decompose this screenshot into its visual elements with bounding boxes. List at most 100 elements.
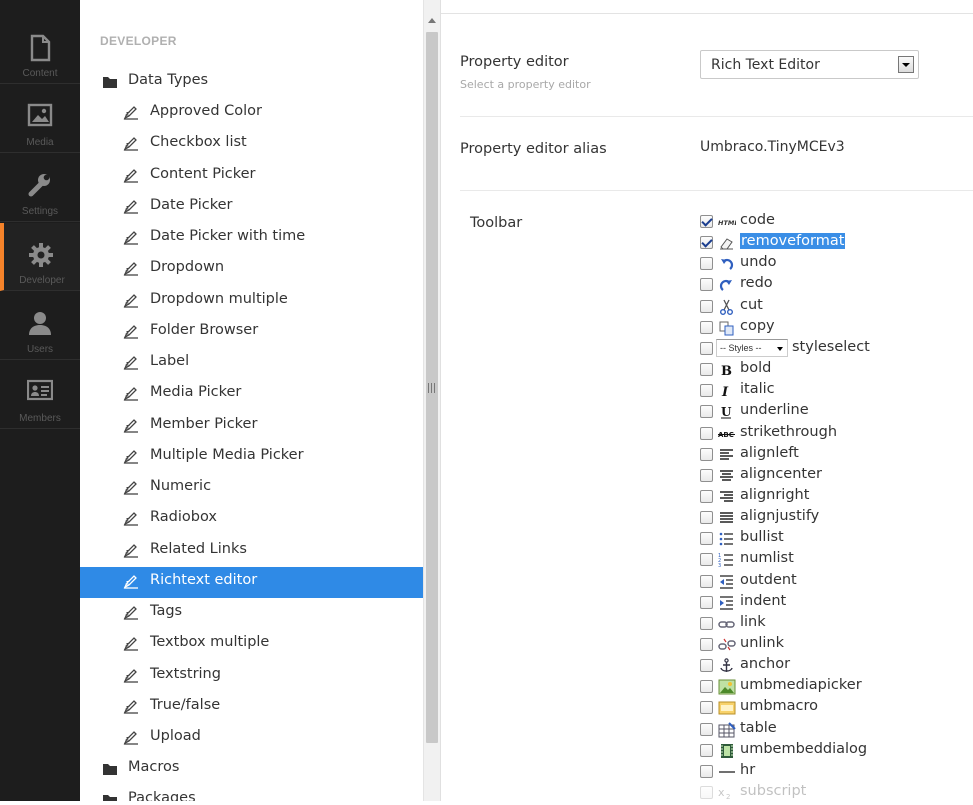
toolbar-option-checkbox[interactable] <box>700 574 713 588</box>
editor-top-bar <box>441 0 973 14</box>
tree-node-data-type[interactable]: Date Picker with time <box>80 223 423 254</box>
folder-icon <box>102 75 118 93</box>
tree-node-data-types[interactable]: Data Types <box>80 67 423 98</box>
app-section-members[interactable]: Members <box>0 361 80 429</box>
chevron-down-icon <box>777 346 783 351</box>
toolbar-option-checkbox[interactable] <box>700 680 713 694</box>
tree-node-data-type[interactable]: Dropdown <box>80 254 423 285</box>
toolbar-option-checkbox[interactable] <box>700 341 713 355</box>
toolbar-option-checkbox[interactable] <box>700 426 713 440</box>
toolbar-option-outdent: outdent <box>700 571 973 592</box>
edit-icon <box>123 106 139 124</box>
tree-node-data-type[interactable]: Related Links <box>80 536 423 567</box>
property-editor-alias-label: Property editor alias <box>460 141 607 157</box>
edit-icon <box>123 262 139 280</box>
toolbar-option-checkbox[interactable] <box>700 532 713 546</box>
toolbar-option-label: unlink <box>740 635 785 651</box>
toolbar-option-checkbox[interactable] <box>700 278 713 292</box>
tree-node-data-type[interactable]: Dropdown multiple <box>80 286 423 317</box>
grip-icon[interactable] <box>428 383 436 393</box>
chevron-down-icon[interactable] <box>898 56 914 73</box>
property-editor-select-value: Rich Text Editor <box>711 57 820 73</box>
styles-dropdown-text: -- Styles -- <box>720 342 762 353</box>
edit-icon <box>123 637 139 655</box>
property-editor-description: Select a property editor <box>460 78 591 91</box>
toolbar-option-checkbox[interactable] <box>700 701 713 715</box>
app-section-content[interactable]: Content <box>0 16 80 84</box>
toolbar-option-checkbox[interactable] <box>700 743 713 757</box>
toolbar-option-checkbox[interactable] <box>700 257 713 271</box>
tree-node-label: Approved Color <box>150 103 263 119</box>
toolbar-option-checkbox[interactable] <box>700 384 713 398</box>
edit-icon <box>123 543 139 562</box>
tree-node-label: Radiobox <box>150 509 217 526</box>
toolbar-option-checkbox[interactable] <box>700 447 713 461</box>
tree-node-macros[interactable]: Macros <box>80 754 423 785</box>
toolbar-option-checkbox[interactable] <box>700 215 713 228</box>
tree-node-data-type[interactable]: Folder Browser <box>80 317 423 348</box>
toolbar-option-checkbox[interactable] <box>700 320 713 334</box>
toolbar-option-checkbox[interactable] <box>700 616 713 630</box>
tree-node-packages[interactable]: Packages <box>80 785 423 801</box>
toolbar-option-checkbox[interactable] <box>700 405 713 419</box>
app-section-developer[interactable]: Developer <box>0 223 80 291</box>
svg-text:3: 3 <box>718 563 721 568</box>
tree-node-data-type[interactable]: Multiple Media Picker <box>80 442 423 473</box>
tree-node-data-type[interactable]: Label <box>80 348 423 379</box>
tree-node-data-type[interactable]: Date Picker <box>80 192 423 223</box>
toolbar-option-checkbox[interactable] <box>700 659 713 673</box>
tree-node-data-type[interactable]: Textbox multiple <box>80 629 423 660</box>
tree-node-data-type[interactable]: Richtext editor <box>80 566 423 598</box>
tree-node-label: Multiple Media Picker <box>150 446 304 463</box>
app-section-settings[interactable]: Settings <box>0 154 80 222</box>
toolbar-option-label: hr <box>740 761 756 778</box>
tree-node-data-type[interactable]: Member Picker <box>80 411 423 442</box>
underline-icon: U <box>718 404 736 420</box>
svg-text:U: U <box>721 405 732 419</box>
html-icon: HTML <box>718 214 738 230</box>
strikethrough-icon: ABC <box>718 426 736 442</box>
macro-icon <box>718 700 736 716</box>
edit-icon <box>123 356 139 374</box>
edit-icon <box>123 699 139 718</box>
tree-node-data-type[interactable]: Textstring <box>80 661 423 692</box>
toolbar-option-checkbox[interactable] <box>700 595 713 609</box>
tree-node-data-type[interactable]: Radiobox <box>80 504 423 535</box>
tree-node-data-type[interactable]: Approved Color <box>80 98 423 129</box>
toolbar-option-checkbox[interactable] <box>700 764 713 778</box>
tree-node-data-type[interactable]: Upload <box>80 723 423 754</box>
toolbar-option-label: code <box>740 212 775 228</box>
tree-node-data-type[interactable]: Tags <box>80 598 423 629</box>
edit-icon <box>123 449 139 468</box>
toolbar-option-checkbox[interactable] <box>700 638 713 651</box>
toolbar-option-checkbox[interactable] <box>700 468 713 482</box>
property-editor-select[interactable]: Rich Text Editor <box>700 50 919 79</box>
toolbar-option-umbembeddialog: umbembeddialog <box>700 740 973 761</box>
property-editor-label: Property editor <box>460 54 569 70</box>
app-section-users[interactable]: Users <box>0 292 80 360</box>
toolbar-option-subscript: x 2 subscript <box>700 782 973 803</box>
edit-icon <box>123 731 139 749</box>
tree-node-data-type[interactable]: True/false <box>80 692 423 723</box>
toolbar-option-checkbox[interactable] <box>700 553 713 567</box>
tree-node-data-type[interactable]: Numeric <box>80 473 423 504</box>
tree-node-data-type[interactable]: Checkbox list <box>80 129 423 160</box>
scroll-up-arrow-icon[interactable] <box>428 18 436 23</box>
toolbar-option-checkbox[interactable] <box>700 489 713 503</box>
tree-node-label: Packages <box>128 790 196 801</box>
toolbar-option-checkbox[interactable] <box>700 511 713 525</box>
app-section-media[interactable]: Media <box>0 85 80 153</box>
toolbar-option-checkbox[interactable] <box>700 299 713 313</box>
toolbar-option-checkbox[interactable] <box>700 363 713 377</box>
edit-icon <box>123 481 139 499</box>
toolbar-option-strikethrough: ABCstrikethrough <box>700 423 973 444</box>
tree-node-data-type[interactable]: Media Picker <box>80 379 423 410</box>
tree-node-data-type[interactable]: Content Picker <box>80 161 423 192</box>
toolbar-option-checkbox[interactable] <box>700 786 713 800</box>
edit-icon <box>123 293 139 312</box>
svg-text:x: x <box>718 786 725 799</box>
toolbar-option-checkbox[interactable] <box>700 722 713 736</box>
toolbar-option-label: alignjustify <box>740 508 820 525</box>
toolbar-option-checkbox[interactable] <box>700 236 713 250</box>
tree-scrollbar[interactable] <box>423 0 440 801</box>
